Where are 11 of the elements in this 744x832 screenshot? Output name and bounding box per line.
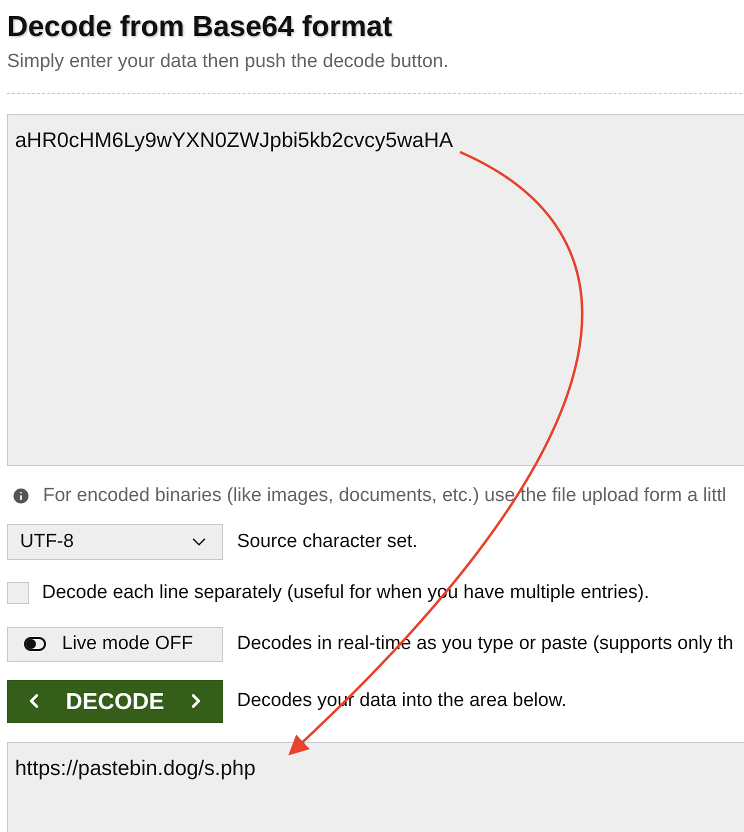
live-mode-button[interactable]: Live mode OFF — [7, 626, 223, 662]
charset-select[interactable]: UTF-8 — [7, 524, 223, 560]
info-icon — [11, 486, 31, 506]
charset-description: Source character set. — [237, 530, 418, 554]
output-field[interactable]: https://pastebin.dog/s.php — [7, 742, 744, 832]
decode-button[interactable]: DECODE — [7, 680, 223, 722]
input-field[interactable]: aHR0cHM6Ly9wYXN0ZWJpbi5kb2cvcy5waHA — [7, 114, 744, 466]
info-note: For encoded binaries (like images, documents, etc.) use the file upload form a littl — [43, 484, 726, 508]
page-title: Decode from Base64 format — [7, 10, 392, 44]
page-subtitle: Simply enter your data then push the decode button. — [7, 50, 449, 74]
checkbox[interactable] — [7, 582, 29, 604]
